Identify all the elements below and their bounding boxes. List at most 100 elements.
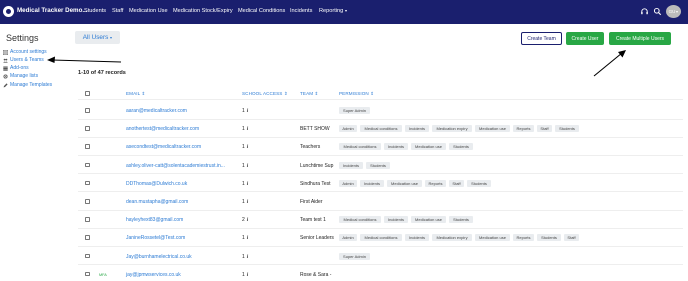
info-icon[interactable]: i xyxy=(247,164,248,169)
sidebar-item-account-settings[interactable]: Account settings xyxy=(3,49,47,55)
school-access-count[interactable]: 1i xyxy=(242,108,248,114)
users-icon xyxy=(3,58,8,63)
row-checkbox[interactable] xyxy=(85,253,90,259)
info-icon[interactable]: i xyxy=(247,200,248,205)
info-icon[interactable]: i xyxy=(247,127,248,132)
column-header-team[interactable]: TEAM ⇕ xyxy=(300,91,319,97)
row-divider xyxy=(78,118,683,120)
row-divider xyxy=(78,264,683,266)
school-access-value: 1 xyxy=(242,108,245,114)
nav-staff[interactable]: Staff xyxy=(112,8,123,14)
nav-incidents[interactable]: Incidents xyxy=(290,8,312,14)
nav-medication-stock[interactable]: Medication Stock/Expiry xyxy=(173,8,233,14)
row-checkbox[interactable] xyxy=(85,199,90,204)
logo-icon[interactable] xyxy=(3,6,14,17)
row-checkbox[interactable] xyxy=(85,271,90,277)
row-checkbox[interactable] xyxy=(85,180,90,186)
school-access-count[interactable]: 1i xyxy=(242,163,248,169)
info-icon[interactable]: i xyxy=(247,182,248,187)
user-email-link[interactable]: dean.mustapha@gmail.com xyxy=(126,199,188,205)
row-divider xyxy=(78,173,683,175)
sidebar-item-label: Add-ons xyxy=(10,65,29,71)
user-email-link[interactable]: JanineRossetel@Test.com xyxy=(126,235,185,241)
sidebar-item-label: Users & Teams xyxy=(10,57,44,63)
nav-medical-conditions[interactable]: Medical Conditions xyxy=(238,8,285,14)
team-name: Sindhura Test xyxy=(300,180,331,187)
school-access-count[interactable]: 1i xyxy=(242,181,248,187)
info-icon[interactable]: i xyxy=(247,236,248,241)
column-header-school-access[interactable]: SCHOOL ACCESS ⇕ xyxy=(242,91,288,97)
school-access-count[interactable]: 2i xyxy=(242,217,248,223)
create-user-button[interactable]: Create User xyxy=(566,32,604,45)
info-icon[interactable]: i xyxy=(247,273,248,278)
nav-reporting[interactable]: Reporting xyxy=(319,8,348,14)
permission-badge: Medication use xyxy=(475,125,510,133)
header-divider xyxy=(78,99,683,100)
create-multiple-users-button[interactable]: Create Multiple Users xyxy=(609,32,671,45)
school-access-value: 1 xyxy=(242,180,245,187)
row-divider xyxy=(78,136,683,138)
school-access-count[interactable]: 1i xyxy=(242,235,248,241)
user-email-link[interactable]: aaran@medicaltracker.com xyxy=(126,108,187,114)
user-email-link[interactable]: jay@jpmwservices.co.uk xyxy=(126,272,181,278)
school-access-count[interactable]: 1i xyxy=(242,272,248,278)
permission-badge: Medication expiry xyxy=(432,234,472,242)
permission-badge: Medication use xyxy=(411,216,446,224)
permission-badge: Students xyxy=(449,143,473,151)
mfa-badge: MFA xyxy=(99,272,107,277)
user-email-link[interactable]: anothertest@medicaltracker.com xyxy=(126,126,199,132)
info-icon[interactable]: i xyxy=(247,145,248,150)
user-email-link[interactable]: DDThomas@Dulwich.co.uk xyxy=(126,181,187,187)
row-checkbox[interactable] xyxy=(85,162,90,168)
school-access-count[interactable]: 1i xyxy=(242,126,248,132)
user-email-link[interactable]: ashley.oliver-catt@solentacademiestrust.… xyxy=(126,163,225,169)
school-access-value: 1 xyxy=(242,162,245,169)
sidebar-item-users-teams[interactable]: Users & Teams xyxy=(3,57,44,63)
column-header-email[interactable]: EMAIL ⇕ xyxy=(126,91,145,97)
all-users-label: All Users xyxy=(82,34,109,41)
permission-badge: Reports xyxy=(513,125,534,133)
permission-badge: Students xyxy=(537,234,561,242)
column-header-permission[interactable]: PERMISSION ⇕ xyxy=(339,91,374,97)
row-checkbox[interactable] xyxy=(85,144,90,149)
school-access-count[interactable]: 1i xyxy=(242,199,248,205)
user-email-link[interactable]: Jay@burnhamelectrical.co.uk xyxy=(126,254,192,260)
team-name: Senior Leaders xyxy=(300,235,334,242)
search-icon[interactable] xyxy=(653,7,662,16)
row-checkbox[interactable] xyxy=(85,126,90,131)
create-team-button[interactable]: Create Team xyxy=(521,32,562,45)
school-access-count[interactable]: 1i xyxy=(242,144,248,150)
school-access-count[interactable]: 1i xyxy=(242,254,248,260)
pencil-icon xyxy=(3,82,8,87)
row-checkbox[interactable] xyxy=(85,235,90,240)
avatar[interactable]: GU xyxy=(666,5,681,18)
nav-students[interactable]: Students xyxy=(84,8,106,14)
team-name: Rose & Sara - xyxy=(300,271,332,278)
select-all-checkbox[interactable] xyxy=(85,91,90,96)
row-checkbox[interactable] xyxy=(85,217,90,222)
school-access-value: 1 xyxy=(242,271,245,278)
school-access-value: 1 xyxy=(242,144,245,151)
arrow-head-icon xyxy=(618,50,626,58)
permission-badge: Super Admin xyxy=(339,252,370,260)
school-access-value: 1 xyxy=(242,253,245,260)
info-icon[interactable]: i xyxy=(247,218,248,223)
headset-icon[interactable] xyxy=(640,7,649,16)
user-email-link[interactable]: asecondtest@medicaltracker.com xyxy=(126,144,201,150)
nav-medication-use[interactable]: Medication Use xyxy=(129,8,168,14)
brand-name[interactable]: Medical Tracker Demo... xyxy=(17,7,88,14)
row-checkbox[interactable] xyxy=(85,108,90,113)
info-icon[interactable]: i xyxy=(247,109,248,114)
arrow-to-create-multiple xyxy=(593,52,623,77)
permission-badge: Incidents xyxy=(384,143,408,151)
sidebar-item-manage-lists[interactable]: Manage lists xyxy=(3,73,38,79)
all-users-dropdown[interactable]: All Users xyxy=(75,31,120,44)
sidebar-item-manage-templates[interactable]: Manage Templates xyxy=(3,82,52,88)
user-email-link[interactable]: hayleyhext83@gmail.com xyxy=(126,217,183,223)
list-icon xyxy=(3,49,8,55)
info-icon[interactable]: i xyxy=(247,255,248,260)
sidebar-item-add-ons[interactable]: Add-ons xyxy=(3,65,29,71)
permission-badge: Admin xyxy=(339,125,357,133)
chevron-down-icon xyxy=(345,9,348,12)
permission-badge: Medical conditions xyxy=(339,216,381,224)
